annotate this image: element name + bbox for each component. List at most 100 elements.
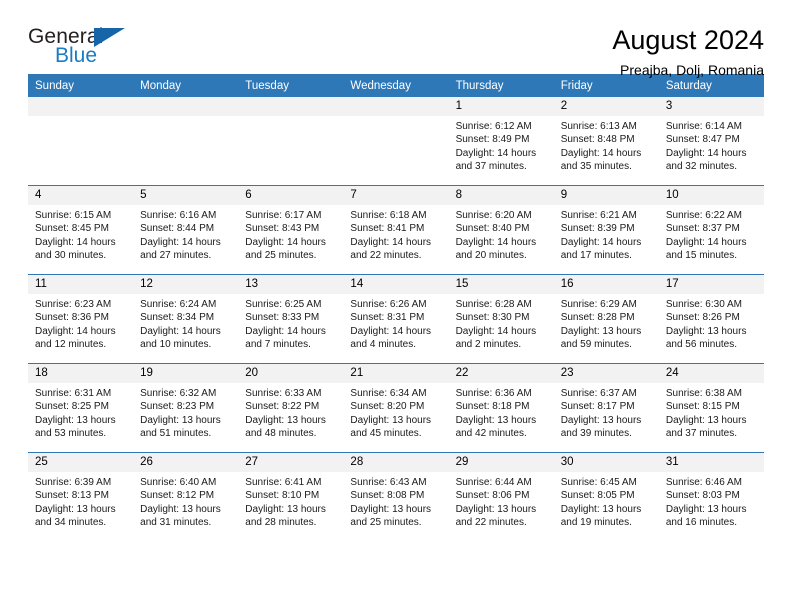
daylight-text: Daylight: 14 hours and 17 minutes. [560,236,642,261]
daylight-text: Daylight: 13 hours and 53 minutes. [35,414,116,439]
sunrise-text: Sunrise: 6:34 AM [350,388,427,400]
day-number: 15 [448,275,554,295]
sunset-text: Sunset: 8:13 PM [35,490,109,502]
sunrise-text: Sunrise: 6:33 AM [245,388,322,400]
day-number: 7 [343,186,449,206]
daylight-text: Daylight: 14 hours and 25 minutes. [245,236,326,261]
calendar-day-cell[interactable]: 16 Sunrise: 6:29 AM Sunset: 8:28 PM Dayligh… [553,274,659,364]
calendar-day-cell[interactable]: 9 Sunrise: 6:21 AM Sunset: 8:39 PM Daylight… [553,185,659,275]
sunrise-text: Sunrise: 6:46 AM [665,477,742,489]
calendar-day-cell[interactable]: 19 Sunrise: 6:32 AM Sunset: 8:23 PM Dayligh… [133,363,239,453]
day-number: 1 [448,97,554,117]
sunset-text: Sunset: 8:18 PM [455,401,530,413]
sunset-text: Sunset: 8:17 PM [560,401,635,413]
calendar-day-cell[interactable]: 6 Sunrise: 6:17 AM Sunset: 8:43 PM Daylight… [238,185,344,275]
calendar-day-cell[interactable]: 25 Sunrise: 6:39 AM Sunset: 8:13 PM Dayligh… [28,452,134,541]
calendar-day-cell[interactable]: 18 Sunrise: 6:31 AM Sunset: 8:25 PM Dayligh… [28,363,134,453]
sunrise-text: Sunrise: 6:45 AM [560,477,637,489]
daylight-text: Daylight: 13 hours and 37 minutes. [665,414,747,439]
day-sun-info: Sunrise: 6:25 AM Sunset: 8:33 PM Daylight:… [238,294,343,351]
calendar-day-cell[interactable]: 26 Sunrise: 6:40 AM Sunset: 8:12 PM Dayligh… [133,452,239,541]
daylight-text: Daylight: 14 hours and 27 minutes. [140,236,221,261]
day-number: 17 [658,275,764,295]
calendar-day-cell[interactable]: 31 Sunrise: 6:46 AM Sunset: 8:03 PM Dayligh… [658,452,764,541]
sunset-text: Sunset: 8:39 PM [560,223,635,235]
weekday-header-monday: Monday [133,74,239,97]
day-sun-info: Sunrise: 6:24 AM Sunset: 8:34 PM Daylight:… [133,294,238,351]
sunrise-text: Sunrise: 6:12 AM [455,121,532,133]
sunrise-text: Sunrise: 6:14 AM [665,121,742,133]
daylight-text: Daylight: 13 hours and 48 minutes. [245,414,326,439]
sunset-text: Sunset: 8:03 PM [665,490,740,502]
title-block: August 2024 Preajba, Dolj, Romania [612,25,764,78]
calendar-day-cell[interactable]: 20 Sunrise: 6:33 AM Sunset: 8:22 PM Dayligh… [238,363,344,453]
day-number: 27 [238,453,344,473]
day-number: 28 [343,453,449,473]
sunset-text: Sunset: 8:06 PM [455,490,530,502]
day-number [343,97,449,116]
day-sun-info: Sunrise: 6:37 AM Sunset: 8:17 PM Daylight:… [554,383,659,440]
day-number: 14 [343,275,449,295]
calendar-day-cell[interactable]: 22 Sunrise: 6:36 AM Sunset: 8:18 PM Dayligh… [448,363,554,453]
sunrise-text: Sunrise: 6:32 AM [140,388,217,400]
daylight-text: Daylight: 13 hours and 34 minutes. [35,503,116,528]
calendar-day-cell[interactable]: 12 Sunrise: 6:24 AM Sunset: 8:34 PM Dayligh… [133,274,239,364]
calendar-day-cell[interactable]: 2 Sunrise: 6:13 AM Sunset: 8:48 PM Daylight… [553,97,659,186]
daylight-text: Daylight: 14 hours and 30 minutes. [35,236,116,261]
day-number [28,97,134,116]
calendar-day-cell[interactable]: 27 Sunrise: 6:41 AM Sunset: 8:10 PM Dayligh… [238,452,344,541]
calendar-page: General Blue August 2024 Preajba, Dolj, … [0,0,792,612]
sunset-text: Sunset: 8:49 PM [455,134,530,146]
day-sun-info: Sunrise: 6:18 AM Sunset: 8:41 PM Daylight:… [343,205,448,262]
daylight-text: Daylight: 13 hours and 42 minutes. [455,414,537,439]
calendar-day-cell[interactable]: 23 Sunrise: 6:37 AM Sunset: 8:17 PM Dayligh… [553,363,659,453]
day-sun-info: Sunrise: 6:36 AM Sunset: 8:18 PM Daylight:… [449,383,554,440]
day-number: 8 [448,186,554,206]
calendar-day-cell[interactable]: 14 Sunrise: 6:26 AM Sunset: 8:31 PM Dayligh… [343,274,449,364]
sunrise-text: Sunrise: 6:18 AM [350,210,427,222]
weekday-header-sunday: Sunday [28,74,134,97]
day-sun-info: Sunrise: 6:22 AM Sunset: 8:37 PM Daylight:… [659,205,764,262]
sunrise-text: Sunrise: 6:36 AM [455,388,532,400]
day-number [238,97,344,116]
calendar-day-cell[interactable]: 17 Sunrise: 6:30 AM Sunset: 8:26 PM Dayligh… [658,274,764,364]
calendar-day-cell[interactable]: 10 Sunrise: 6:22 AM Sunset: 8:37 PM Dayligh… [658,185,764,275]
day-number: 9 [553,186,659,206]
day-number: 11 [28,275,134,295]
calendar-day-cell[interactable]: 4 Sunrise: 6:15 AM Sunset: 8:45 PM Daylight… [28,185,134,275]
calendar-day-cell[interactable]: 7 Sunrise: 6:18 AM Sunset: 8:41 PM Daylight… [343,185,449,275]
day-number: 29 [448,453,554,473]
calendar-day-cell[interactable]: 15 Sunrise: 6:28 AM Sunset: 8:30 PM Dayligh… [448,274,554,364]
calendar-day-cell[interactable]: 5 Sunrise: 6:16 AM Sunset: 8:44 PM Daylight… [133,185,239,275]
calendar-day-cell[interactable]: 11 Sunrise: 6:23 AM Sunset: 8:36 PM Dayligh… [28,274,134,364]
day-sun-info: Sunrise: 6:33 AM Sunset: 8:22 PM Daylight:… [238,383,343,440]
day-number: 21 [343,364,449,384]
calendar-day-cell[interactable]: 29 Sunrise: 6:44 AM Sunset: 8:06 PM Dayligh… [448,452,554,541]
day-number: 3 [658,97,764,117]
daylight-text: Daylight: 14 hours and 4 minutes. [350,325,432,350]
day-sun-info: Sunrise: 6:40 AM Sunset: 8:12 PM Daylight:… [133,472,238,529]
calendar-day-cell[interactable]: 28 Sunrise: 6:43 AM Sunset: 8:08 PM Dayligh… [343,452,449,541]
sunset-text: Sunset: 8:22 PM [245,401,320,413]
calendar-day-cell[interactable]: 24 Sunrise: 6:38 AM Sunset: 8:15 PM Dayligh… [658,363,764,453]
day-number: 19 [133,364,239,384]
calendar-day-cell[interactable]: 8 Sunrise: 6:20 AM Sunset: 8:40 PM Daylight… [448,185,554,275]
logo-triangle-icon [94,28,125,47]
weekday-header-wednesday: Wednesday [343,74,449,97]
daylight-text: Daylight: 14 hours and 32 minutes. [665,147,747,172]
calendar-day-cell[interactable]: 13 Sunrise: 6:25 AM Sunset: 8:33 PM Dayligh… [238,274,344,364]
calendar-day-cell[interactable]: 1 Sunrise: 6:12 AM Sunset: 8:49 PM Daylight… [448,97,554,186]
day-sun-info: Sunrise: 6:34 AM Sunset: 8:20 PM Daylight:… [343,383,448,440]
day-number [133,97,239,116]
calendar-day-cell[interactable]: 21 Sunrise: 6:34 AM Sunset: 8:20 PM Dayligh… [343,363,449,453]
calendar-day-cell[interactable]: 3 Sunrise: 6:14 AM Sunset: 8:47 PM Daylight… [658,97,764,186]
day-sun-info: Sunrise: 6:31 AM Sunset: 8:25 PM Daylight:… [28,383,133,440]
page-title: August 2024 [612,25,764,55]
sunset-text: Sunset: 8:15 PM [665,401,740,413]
day-sun-info: Sunrise: 6:15 AM Sunset: 8:45 PM Daylight:… [28,205,133,262]
day-number: 25 [28,453,134,473]
logo-text-blue: Blue [55,44,98,67]
calendar-day-cell[interactable]: 30 Sunrise: 6:45 AM Sunset: 8:05 PM Dayligh… [553,452,659,541]
general-blue-logo[interactable]: General Blue [28,26,158,74]
day-number: 2 [553,97,659,117]
